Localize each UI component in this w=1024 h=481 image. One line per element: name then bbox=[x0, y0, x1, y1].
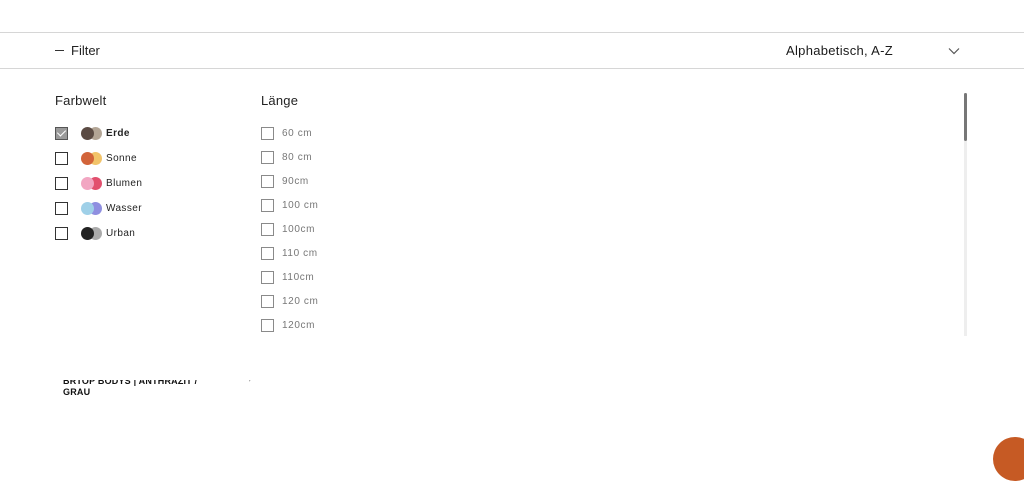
checkbox[interactable] bbox=[261, 174, 274, 188]
laenge-item-label: 120 cm bbox=[282, 296, 319, 308]
farbwelt-item-sonne[interactable]: Sonne bbox=[55, 146, 142, 171]
swatch-dot bbox=[81, 227, 94, 240]
farbwelt-item-erde[interactable]: Erde bbox=[55, 121, 142, 146]
minus-icon bbox=[55, 50, 64, 51]
sort-select[interactable]: Alphabetisch, A-Z bbox=[786, 43, 960, 58]
laenge-item-label: 100 cm bbox=[282, 199, 319, 211]
swatch-dot bbox=[81, 177, 94, 190]
color-swatch-icon bbox=[81, 227, 103, 240]
farbwelt-item-label: Erde bbox=[106, 128, 130, 139]
laenge-item-label: 110cm bbox=[282, 272, 315, 284]
scrollbar-thumb[interactable] bbox=[964, 93, 967, 141]
laenge-item-label: 120cm bbox=[282, 320, 316, 332]
product-price: ab 44,90 € bbox=[226, 372, 269, 382]
farbwelt-item-label: Sonne bbox=[106, 153, 137, 164]
swatch-dot bbox=[81, 152, 94, 165]
checkbox[interactable] bbox=[261, 150, 274, 164]
farbwelt-list: Erde Sonne Blumen Wasser Urban bbox=[55, 121, 142, 246]
filter-sort-bar: Filter Alphabetisch, A-Z bbox=[0, 32, 1024, 69]
laenge-list: 60 cm 80 cm 90cm 100 cm 100cm 110 cm 110cm 120 … bbox=[261, 121, 318, 338]
color-swatch-icon bbox=[81, 127, 103, 140]
farbwelt-item-label: Wasser bbox=[106, 203, 142, 214]
product-name[interactable]: BRTOP BODYS | ANTHRAZIT / GRAU bbox=[63, 380, 213, 398]
farbwelt-item-urban[interactable]: Urban bbox=[55, 221, 142, 246]
color-swatch-icon bbox=[81, 177, 103, 190]
farbwelt-item-blumen[interactable]: Blumen bbox=[55, 171, 142, 196]
swatch-dot bbox=[81, 202, 94, 215]
laenge-item-label: 80 cm bbox=[282, 151, 313, 163]
checkbox[interactable] bbox=[55, 152, 68, 165]
laenge-item[interactable]: 60 cm bbox=[261, 121, 318, 145]
filter-label: Filter bbox=[71, 43, 100, 58]
color-swatch-icon bbox=[81, 152, 103, 165]
filter-toggle-button[interactable]: Filter bbox=[55, 43, 100, 58]
checkbox[interactable] bbox=[261, 319, 274, 333]
laenge-item[interactable]: 120 cm bbox=[261, 290, 318, 314]
farbwelt-item-label: Blumen bbox=[106, 178, 143, 189]
laenge-item[interactable]: 120cm bbox=[261, 314, 318, 338]
filter-scrollbar[interactable] bbox=[964, 93, 967, 336]
laenge-item[interactable]: 90cm bbox=[261, 169, 318, 193]
chat-button[interactable] bbox=[993, 437, 1024, 481]
checkbox[interactable] bbox=[55, 127, 68, 140]
swatch-dot bbox=[81, 127, 94, 140]
laenge-item[interactable]: 110 cm bbox=[261, 241, 318, 265]
checkbox[interactable] bbox=[261, 295, 274, 309]
checkbox[interactable] bbox=[261, 247, 274, 261]
checkbox[interactable] bbox=[55, 227, 68, 240]
laenge-item-label: 110 cm bbox=[282, 248, 318, 260]
sort-value: Alphabetisch, A-Z bbox=[786, 43, 893, 58]
laenge-item-label: 60 cm bbox=[282, 127, 313, 139]
laenge-item[interactable]: 110cm bbox=[261, 266, 318, 290]
checkbox[interactable] bbox=[261, 222, 274, 236]
farbwelt-item-wasser[interactable]: Wasser bbox=[55, 196, 142, 221]
checkbox[interactable] bbox=[261, 198, 274, 212]
chevron-down-icon bbox=[948, 47, 960, 54]
laenge-item-label: 90cm bbox=[282, 175, 309, 187]
farbwelt-title: Farbwelt bbox=[55, 93, 107, 108]
laenge-title: Länge bbox=[261, 93, 299, 108]
checkbox[interactable] bbox=[55, 202, 68, 215]
laenge-item[interactable]: 80 cm bbox=[261, 145, 318, 169]
checkbox[interactable] bbox=[55, 177, 68, 190]
laenge-item[interactable]: 100cm bbox=[261, 217, 318, 241]
checkbox[interactable] bbox=[261, 126, 274, 140]
laenge-item-label: 100cm bbox=[282, 223, 316, 235]
checkbox[interactable] bbox=[261, 271, 274, 285]
laenge-item[interactable]: 100 cm bbox=[261, 193, 318, 217]
color-swatch-icon bbox=[81, 202, 103, 215]
farbwelt-item-label: Urban bbox=[106, 228, 136, 239]
